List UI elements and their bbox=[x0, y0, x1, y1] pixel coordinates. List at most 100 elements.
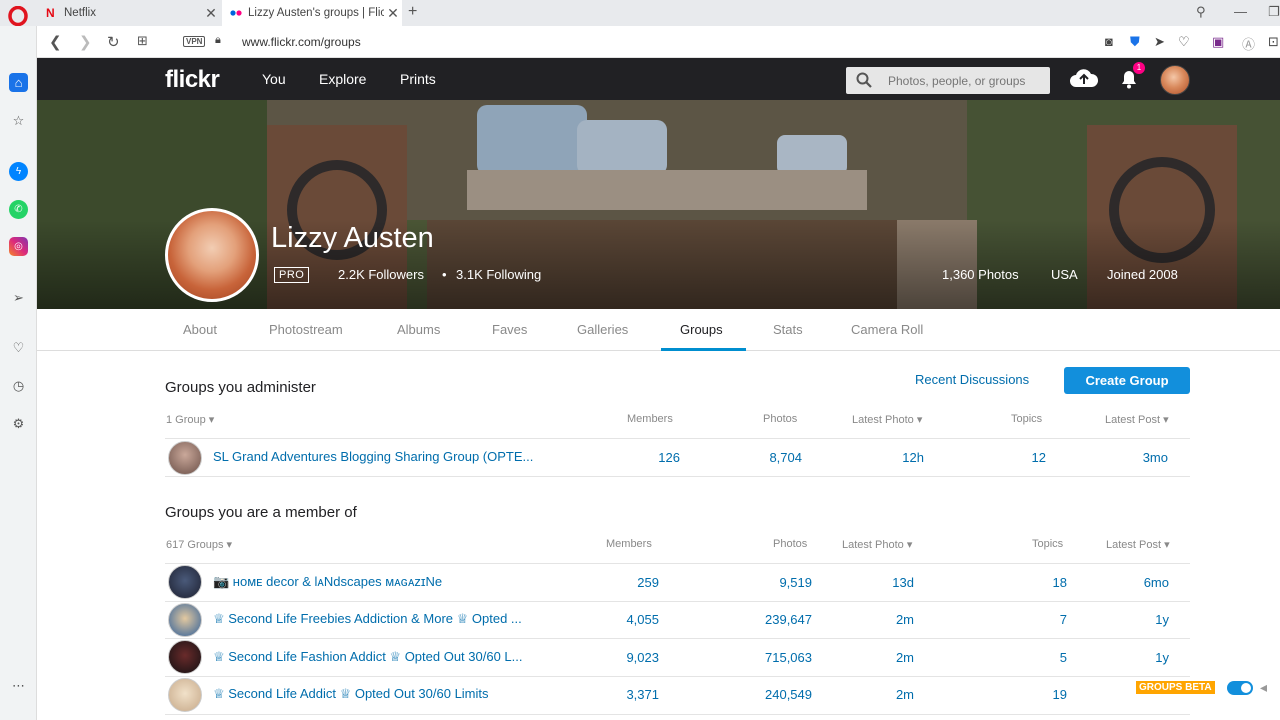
tab-stats[interactable]: Stats bbox=[773, 322, 803, 337]
send-icon[interactable]: ➤ bbox=[1154, 34, 1165, 50]
group-members[interactable]: 126 bbox=[590, 450, 680, 465]
group-avatar[interactable] bbox=[168, 640, 202, 674]
group-latest-photo[interactable]: 2m bbox=[824, 687, 914, 702]
header-members: Members bbox=[606, 538, 652, 550]
messenger-icon[interactable]: ϟ bbox=[9, 162, 28, 181]
group-latest-post[interactable]: 1y bbox=[1079, 650, 1169, 665]
header-latest-photo[interactable]: Latest Photo ▾ bbox=[852, 413, 922, 426]
group-topics[interactable]: 12 bbox=[956, 450, 1046, 465]
shield-icon[interactable]: ⛊ bbox=[1130, 34, 1140, 50]
header-latest-post[interactable]: Latest Post ▾ bbox=[1106, 538, 1170, 551]
speed-dial-icon[interactable]: ⊞ bbox=[137, 33, 148, 49]
header-latest-post[interactable]: Latest Post ▾ bbox=[1105, 413, 1169, 426]
group-latest-photo[interactable]: 12h bbox=[834, 450, 924, 465]
lock-icon[interactable]: 🔒︎ bbox=[215, 34, 221, 47]
camera-icon[interactable]: ◙ bbox=[1105, 34, 1113, 49]
history-icon[interactable]: ◷ bbox=[9, 376, 28, 395]
group-photos[interactable]: 239,647 bbox=[722, 612, 812, 627]
url-field[interactable]: www.flickr.com/groups bbox=[242, 35, 361, 49]
group-latest-photo[interactable]: 2m bbox=[824, 650, 914, 665]
location: USA bbox=[1051, 267, 1078, 282]
following-count[interactable]: 3.1K Following bbox=[456, 267, 541, 282]
group-latest-photo[interactable]: 2m bbox=[824, 612, 914, 627]
tab-albums[interactable]: Albums bbox=[397, 322, 440, 337]
group-members[interactable]: 259 bbox=[569, 575, 659, 590]
easy-setup-icon[interactable]: Ⓐ bbox=[1242, 34, 1255, 53]
reload-icon[interactable]: ↻ bbox=[107, 33, 120, 51]
new-tab-icon[interactable]: + bbox=[408, 3, 417, 21]
search-input[interactable] bbox=[888, 71, 1046, 90]
group-latest-post[interactable]: 1y bbox=[1079, 612, 1169, 627]
recent-discussions-link[interactable]: Recent Discussions bbox=[915, 372, 1029, 387]
upload-cloud-icon[interactable] bbox=[1069, 67, 1099, 89]
group-topics[interactable]: 19 bbox=[977, 687, 1067, 702]
group-avatar[interactable] bbox=[168, 565, 202, 599]
collapse-arrow-icon[interactable]: ◂ bbox=[1260, 679, 1267, 696]
vpn-badge[interactable]: VPN bbox=[183, 36, 206, 47]
profile-avatar[interactable] bbox=[165, 208, 259, 302]
tab-photostream[interactable]: Photostream bbox=[269, 322, 343, 337]
whatsapp-icon[interactable]: ✆ bbox=[9, 200, 28, 219]
flickr-logo[interactable]: flickr bbox=[165, 66, 220, 94]
nav-you[interactable]: You bbox=[262, 71, 286, 87]
back-icon[interactable]: ❮ bbox=[49, 33, 62, 51]
group-avatar[interactable] bbox=[168, 603, 202, 637]
search-icon[interactable] bbox=[856, 72, 872, 88]
group-members[interactable]: 9,023 bbox=[569, 650, 659, 665]
notification-badge[interactable]: 1 bbox=[1133, 62, 1145, 74]
close-tab-icon[interactable]: ✕ bbox=[202, 5, 220, 22]
tab-groups[interactable]: Groups bbox=[680, 322, 723, 337]
group-latest-post[interactable]: 3mo bbox=[1078, 450, 1168, 465]
user-avatar[interactable] bbox=[1160, 65, 1190, 95]
group-photos[interactable]: 240,549 bbox=[722, 687, 812, 702]
group-name[interactable]: 📷 ʜᴏᴍᴇ decor & lᴀNdscapes ᴍᴀɢᴀzɪNe bbox=[213, 574, 442, 590]
group-photos[interactable]: 9,519 bbox=[722, 575, 812, 590]
home-icon[interactable]: ⌂ bbox=[9, 73, 28, 92]
instagram-icon[interactable]: ◎ bbox=[9, 237, 28, 256]
flow-icon[interactable]: ➢ bbox=[9, 288, 28, 307]
close-tab-icon[interactable]: ✕ bbox=[384, 5, 402, 22]
group-name[interactable]: ♕ Second Life Fashion Addict ♕ Opted Out… bbox=[213, 649, 523, 665]
favorites-heart-icon[interactable]: ♡ bbox=[9, 338, 28, 357]
group-topics[interactable]: 7 bbox=[977, 612, 1067, 627]
create-group-button[interactable]: Create Group bbox=[1064, 367, 1190, 394]
group-latest-post[interactable]: 6mo bbox=[1079, 575, 1169, 590]
group-name[interactable]: SL Grand Adventures Blogging Sharing Gro… bbox=[213, 449, 533, 464]
group-name[interactable]: ♕ Second Life Addict ♕ Opted Out 30/60 L… bbox=[213, 686, 489, 702]
group-members[interactable]: 3,371 bbox=[569, 687, 659, 702]
tab-flickr-groups[interactable]: Lizzy Austen's groups | Flickr ✕ bbox=[222, 0, 402, 26]
group-topics[interactable]: 5 bbox=[977, 650, 1067, 665]
tab-about[interactable]: About bbox=[183, 322, 217, 337]
groups-beta-toggle[interactable] bbox=[1227, 681, 1253, 695]
followers-count[interactable]: 2.2K Followers bbox=[338, 267, 424, 282]
tab-galleries[interactable]: Galleries bbox=[577, 322, 628, 337]
tab-netflix[interactable]: N Netflix ✕ bbox=[38, 0, 220, 26]
member-group-count[interactable]: 617 Groups ▾ bbox=[166, 538, 232, 551]
tab-camera-roll[interactable]: Camera Roll bbox=[851, 322, 923, 337]
extension-icon[interactable]: ▣ bbox=[1212, 34, 1224, 50]
group-photos[interactable]: 8,704 bbox=[712, 450, 802, 465]
restore-icon[interactable]: ❐ bbox=[1268, 4, 1280, 20]
group-topics[interactable]: 18 bbox=[977, 575, 1067, 590]
group-photos[interactable]: 715,063 bbox=[722, 650, 812, 665]
group-name[interactable]: ♕ Second Life Freebies Addiction & More … bbox=[213, 611, 522, 627]
group-avatar[interactable] bbox=[168, 441, 202, 475]
tab-faves[interactable]: Faves bbox=[492, 322, 527, 337]
group-members[interactable]: 4,055 bbox=[569, 612, 659, 627]
group-avatar[interactable] bbox=[168, 678, 202, 712]
opera-logo-icon[interactable] bbox=[8, 6, 28, 26]
minimize-icon[interactable]: — bbox=[1234, 4, 1247, 19]
bookmarks-icon[interactable]: ☆ bbox=[9, 111, 28, 130]
heart-icon[interactable]: ♡ bbox=[1178, 34, 1190, 50]
group-latest-photo[interactable]: 13d bbox=[824, 575, 914, 590]
forward-icon[interactable]: ❯ bbox=[79, 33, 92, 51]
menu-icon[interactable]: ⊡ bbox=[1268, 34, 1279, 50]
header-photos: Photos bbox=[773, 538, 808, 550]
admin-group-count[interactable]: 1 Group ▾ bbox=[166, 413, 214, 426]
more-icon[interactable]: ⋯ bbox=[9, 676, 28, 695]
settings-icon[interactable]: ⚙ bbox=[9, 414, 28, 433]
nav-prints[interactable]: Prints bbox=[400, 71, 436, 87]
nav-explore[interactable]: Explore bbox=[319, 71, 366, 87]
header-latest-photo[interactable]: Latest Photo ▾ bbox=[842, 538, 912, 551]
search-tabs-icon[interactable]: ⚲ bbox=[1196, 4, 1206, 20]
